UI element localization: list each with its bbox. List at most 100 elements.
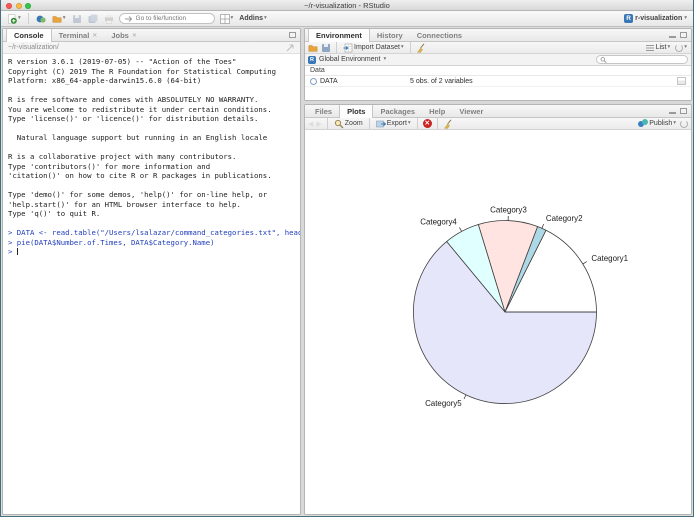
chevron-down-icon: ▾ — [264, 14, 267, 21]
pie-label-tick — [459, 227, 462, 232]
pie-label-tick — [541, 223, 545, 229]
tab-help[interactable]: Help — [422, 105, 452, 117]
zoom-label: Zoom — [344, 120, 363, 127]
goto-icon — [124, 14, 134, 24]
refresh-plot-icon[interactable] — [680, 119, 688, 128]
tab-console-label: Console — [14, 31, 44, 40]
goto-file-input[interactable] — [135, 15, 210, 22]
tab-jobs[interactable]: Jobs ✕ — [104, 29, 144, 41]
view-table-icon[interactable] — [677, 77, 686, 85]
r-environment-icon: R — [308, 55, 316, 64]
tab-viewer-label: Viewer — [459, 106, 484, 116]
rstudio-window: ~/r-visualization - RStudio ▾ ▾ Go to fi… — [0, 0, 694, 517]
workspace-panes-button[interactable]: ▾ — [219, 13, 235, 25]
tab-connections-label: Connections — [416, 30, 463, 40]
addins-button[interactable]: Addins ▾ — [238, 13, 268, 25]
project-menu-button[interactable]: R r-visualization ▾ — [623, 13, 688, 25]
console-output-line: Type 'license()' or 'licence()' for dist… — [8, 114, 259, 123]
publish-button[interactable]: Publish ▾ — [637, 118, 677, 130]
tab-files-label: Files — [315, 106, 333, 116]
maximize-pane-icon[interactable] — [680, 32, 687, 38]
global-environment-label[interactable]: Global Environment — [319, 56, 380, 63]
tab-environment[interactable]: Environment — [308, 29, 370, 42]
tab-connections[interactable]: Connections — [410, 29, 469, 41]
export-label: Export — [386, 120, 407, 127]
tab-files[interactable]: Files — [308, 105, 339, 117]
workspace: Console Terminal ✕ Jobs ✕ ~/r-visualizatio… — [2, 28, 692, 515]
chevron-down-icon: ▾ — [230, 14, 234, 21]
data-section-header: Data — [305, 66, 691, 76]
tab-plots[interactable]: Plots — [339, 105, 374, 118]
goto-file-search[interactable] — [118, 13, 215, 24]
panes-grid-icon — [219, 13, 230, 24]
clear-plots-broom-icon[interactable] — [443, 119, 453, 129]
toolbar-separator — [326, 118, 328, 129]
console-prompt-line[interactable]: > — [8, 247, 295, 257]
next-plot-icon[interactable]: ▶ — [316, 120, 321, 128]
console-output[interactable]: R version 3.6.1 (2019-07-05) -- "Action … — [3, 54, 300, 514]
environment-scope-bar: R Global Environment ▾ — [305, 54, 691, 66]
close-icon[interactable]: ✕ — [132, 32, 137, 39]
chevron-down-icon: ▾ — [383, 55, 387, 62]
print-button[interactable] — [103, 13, 115, 25]
tab-viewer[interactable]: Viewer — [452, 105, 490, 117]
environment-search[interactable] — [596, 55, 688, 64]
refresh-environment-button[interactable]: ▾ — [674, 42, 688, 54]
close-window-button[interactable] — [6, 2, 12, 9]
console-output-line: Platform: x86_64-apple-darwin15.6.0 (64-… — [8, 76, 202, 85]
plots-toolbar: ◀ ▶ Zoom Export ▾ ✕ Publish ▾ — [305, 118, 691, 130]
close-icon[interactable]: ✕ — [92, 32, 97, 39]
previous-plot-icon[interactable]: ◀ — [308, 120, 313, 128]
traffic-lights — [6, 2, 31, 9]
tab-packages-label: Packages — [380, 106, 416, 116]
new-file-button[interactable]: ▾ — [6, 13, 22, 25]
list-view-button[interactable]: List ▾ — [644, 42, 672, 54]
remove-plot-icon[interactable]: ✕ — [422, 119, 432, 128]
clear-objects-broom-icon[interactable] — [416, 43, 426, 53]
save-all-button[interactable] — [87, 13, 99, 25]
zoom-plot-button[interactable]: Zoom — [333, 118, 364, 130]
maximize-pane-icon[interactable] — [289, 32, 296, 38]
toolbar-separator — [416, 118, 418, 129]
toolbar-separator — [409, 42, 411, 53]
save-button[interactable] — [71, 13, 83, 25]
save-icon — [72, 14, 82, 24]
maximize-pane-icon[interactable] — [680, 108, 687, 114]
import-dataset-button[interactable]: Import Dataset ▾ — [342, 42, 405, 54]
tab-terminal-label: Terminal — [58, 30, 90, 40]
environment-object-row[interactable]: DATA 5 obs. of 2 variables — [305, 76, 691, 87]
list-icon — [645, 43, 655, 53]
zoom-window-button[interactable] — [25, 2, 31, 9]
open-file-button[interactable]: ▾ — [51, 13, 67, 25]
toolbar-separator — [27, 13, 29, 24]
plots-pane: Files Plots Packages Help Viewer ◀ ▶ Zoo… — [304, 104, 692, 515]
chevron-down-icon: ▾ — [400, 43, 404, 50]
tab-packages[interactable]: Packages — [373, 105, 422, 117]
minimize-pane-icon[interactable] — [669, 36, 676, 38]
expand-object-icon[interactable] — [310, 77, 317, 85]
minimize-pane-icon[interactable] — [669, 112, 676, 114]
save-workspace-icon[interactable] — [321, 43, 331, 53]
main-toolbar: ▾ ▾ ▾ Addins ▾ — [1, 11, 693, 27]
load-workspace-icon[interactable] — [308, 43, 318, 53]
tab-terminal[interactable]: Terminal ✕ — [52, 29, 105, 41]
tab-history[interactable]: History — [370, 29, 410, 41]
toolbar-separator — [336, 42, 337, 53]
object-summary: 5 obs. of 2 variables — [410, 77, 473, 85]
publish-icon — [638, 119, 649, 128]
open-folder-icon — [52, 14, 62, 24]
console-popout-icon[interactable] — [285, 43, 295, 53]
addins-label: Addins — [239, 15, 264, 22]
minimize-window-button[interactable] — [15, 2, 22, 9]
zoom-magnifier-icon — [334, 119, 344, 129]
toolbar-separator — [368, 118, 370, 129]
new-project-icon — [36, 14, 46, 24]
environment-search-input[interactable] — [609, 56, 684, 63]
tab-console[interactable]: Console — [6, 29, 52, 42]
tab-environment-label: Environment — [316, 31, 362, 40]
export-plot-button[interactable]: Export ▾ — [375, 118, 412, 130]
new-project-button[interactable] — [35, 13, 47, 25]
